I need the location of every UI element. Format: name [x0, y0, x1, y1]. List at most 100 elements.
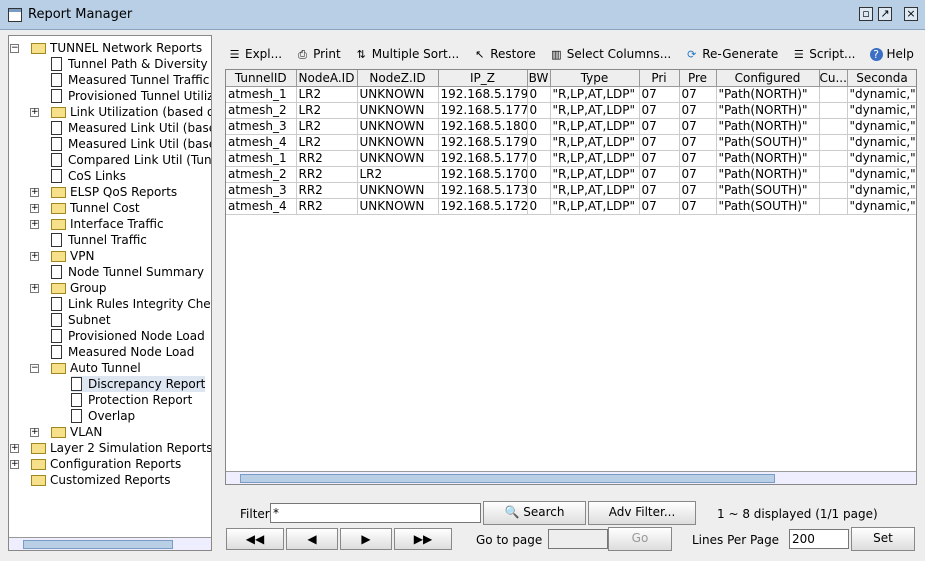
column-header[interactable]: Seconda — [847, 70, 916, 87]
document-icon — [51, 345, 62, 359]
tree-item[interactable]: Discrepancy Report — [71, 376, 206, 392]
close-icon[interactable]: × — [904, 7, 918, 21]
tree-item[interactable]: Tunnel Cost — [51, 200, 140, 216]
column-header[interactable]: NodeZ.ID — [357, 70, 439, 87]
table-cell: "R,LP,AT,LDP" — [550, 150, 640, 167]
table-row[interactable]: atmesh_2 RR2 LR2 192.168.5.170 0 "R,LP,AT,LDP… — [226, 166, 916, 183]
expand-icon[interactable]: + — [10, 444, 19, 453]
tree-item[interactable]: Protection Report — [71, 392, 192, 408]
column-header[interactable]: TunnelID — [226, 70, 297, 87]
first-page-button[interactable]: ◀◀ — [226, 528, 284, 550]
tree-item[interactable]: Compared Link Util (Tunn — [51, 152, 211, 168]
table-cell: atmesh_3 — [226, 182, 297, 199]
table-cell: 192.168.5.172 — [438, 198, 528, 215]
table-cell: 07 — [639, 118, 680, 135]
minimize-icon[interactable]: ▫ — [859, 7, 873, 21]
folder-icon — [51, 186, 66, 198]
table-row[interactable]: atmesh_1 RR2 UNKNOWN 192.168.5.177 0 "R,LP,AT… — [226, 150, 916, 167]
next-page-button[interactable]: ▶ — [340, 528, 392, 550]
toolbar-button[interactable]: ⇅ Multiple Sort... — [355, 47, 460, 61]
toolbar-button[interactable]: ⎙ Print — [296, 47, 341, 61]
toolbar-button[interactable]: ⟳ Re-Generate — [685, 47, 778, 61]
expand-icon[interactable]: + — [30, 284, 39, 293]
column-header[interactable]: Pre — [679, 70, 717, 87]
tree-item[interactable]: Provisioned Node Load — [51, 328, 205, 344]
column-header[interactable]: NodeA.ID — [296, 70, 358, 87]
toolbar-button-label: Expl... — [245, 47, 283, 61]
tree-item[interactable]: Tunnel Traffic — [51, 232, 147, 248]
refresh-icon: ⟳ — [687, 47, 697, 61]
collapse-icon[interactable]: − — [10, 44, 19, 53]
report-tree: − TUNNEL Network Reports Tunnel Path & Div… — [8, 35, 212, 551]
tree-item[interactable]: Measured Tunnel Traffic — [51, 72, 209, 88]
table-cell: LR2 — [357, 166, 439, 183]
tree-item[interactable]: ELSP QoS Reports — [51, 184, 177, 200]
expand-icon[interactable]: + — [30, 108, 39, 117]
table-cell: 07 — [679, 118, 717, 135]
tree-item[interactable]: Customized Reports — [31, 472, 170, 488]
adv-filter-button[interactable]: Adv Filter... — [588, 501, 696, 525]
table-cell: 0 — [527, 118, 551, 135]
tree-item[interactable]: CoS Links — [51, 168, 126, 184]
tree-item[interactable]: Measured Node Load — [51, 344, 194, 360]
table-cell: 0 — [527, 102, 551, 119]
tree-item[interactable]: Node Tunnel Summary — [51, 264, 204, 280]
prev-page-button[interactable]: ◀ — [286, 528, 338, 550]
expand-icon[interactable]: + — [30, 204, 39, 213]
tree-item[interactable]: VLAN — [51, 424, 102, 440]
table-row[interactable]: atmesh_4 LR2 UNKNOWN 192.168.5.179 0 "R,LP,AT… — [226, 134, 916, 151]
tree-item[interactable]: Link Rules Integrity Check — [51, 296, 211, 312]
search-button[interactable]: 🔍 Search — [483, 501, 586, 525]
document-icon — [51, 297, 62, 311]
tree-item[interactable]: Group — [51, 280, 107, 296]
tree-item[interactable]: Measured Link Util (based — [51, 136, 211, 152]
tree-item[interactable]: Configuration Reports — [31, 456, 181, 472]
collapse-icon[interactable]: − — [30, 364, 39, 373]
toolbar-button[interactable]: ↖ Restore — [473, 47, 536, 61]
table-row[interactable]: atmesh_4 RR2 UNKNOWN 192.168.5.172 0 "R,LP,AT… — [226, 198, 916, 215]
tree-item[interactable]: Tunnel Path & Diversity — [51, 56, 208, 72]
expand-icon[interactable]: + — [10, 460, 19, 469]
column-header[interactable]: Configured — [716, 70, 820, 87]
table-row[interactable]: atmesh_1 LR2 UNKNOWN 192.168.5.179 0 "R,LP,AT… — [226, 86, 916, 103]
tree-item[interactable]: VPN — [51, 248, 94, 264]
tree-item[interactable]: TUNNEL Network Reports — [31, 40, 202, 56]
table-cell: 0 — [527, 166, 551, 183]
set-button[interactable]: Set — [851, 527, 915, 551]
toolbar-button[interactable]: ▥ Select Columns... — [550, 47, 671, 61]
tree-item[interactable]: Overlap — [71, 408, 135, 424]
toolbar-button[interactable]: ☰ Script... — [792, 47, 856, 61]
table-row[interactable]: atmesh_2 LR2 UNKNOWN 192.168.5.177 0 "R,LP,AT… — [226, 102, 916, 119]
toolbar-button[interactable]: ? Help — [869, 47, 914, 61]
table-cell: 0 — [527, 198, 551, 215]
tree-item[interactable]: Provisioned Tunnel Utiliza — [51, 88, 211, 104]
tree-item[interactable]: Measured Link Util (based — [51, 120, 211, 136]
column-header[interactable]: Pri — [639, 70, 680, 87]
column-header[interactable]: Cu... — [819, 70, 848, 87]
table-horizontal-scrollbar[interactable] — [226, 471, 916, 484]
lines-per-page-input[interactable] — [789, 529, 849, 549]
toolbar-button[interactable]: ☰ Expl... — [228, 47, 283, 61]
go-button[interactable]: Go — [608, 527, 672, 551]
expand-icon[interactable]: + — [30, 252, 39, 261]
filter-input[interactable] — [270, 503, 481, 523]
tree-item[interactable]: Link Utilization (based on — [51, 104, 211, 120]
expand-icon[interactable]: + — [30, 220, 39, 229]
tree-horizontal-scrollbar[interactable] — [9, 537, 211, 550]
expand-icon[interactable]: + — [30, 428, 39, 437]
column-header[interactable]: BW — [527, 70, 551, 87]
table-row[interactable]: atmesh_3 RR2 UNKNOWN 192.168.5.173 0 "R,LP,AT… — [226, 182, 916, 199]
column-header[interactable]: IP_Z — [438, 70, 528, 87]
last-page-button[interactable]: ▶▶ — [394, 528, 452, 550]
tree-item[interactable]: Subnet — [51, 312, 111, 328]
table-cell — [819, 86, 848, 103]
tree-item[interactable]: Interface Traffic — [51, 216, 164, 232]
maximize-icon[interactable]: ↗ — [878, 7, 892, 21]
goto-page-input[interactable] — [548, 529, 608, 549]
expand-icon[interactable]: + — [30, 188, 39, 197]
tree-item[interactable]: Layer 2 Simulation Reports — [31, 440, 211, 456]
table-row[interactable]: atmesh_3 LR2 UNKNOWN 192.168.5.180 0 "R,LP,AT… — [226, 118, 916, 135]
column-header[interactable]: Type — [550, 70, 640, 87]
tree-item[interactable]: Auto Tunnel — [51, 360, 141, 376]
toolbar-button-label: Print — [313, 47, 341, 61]
